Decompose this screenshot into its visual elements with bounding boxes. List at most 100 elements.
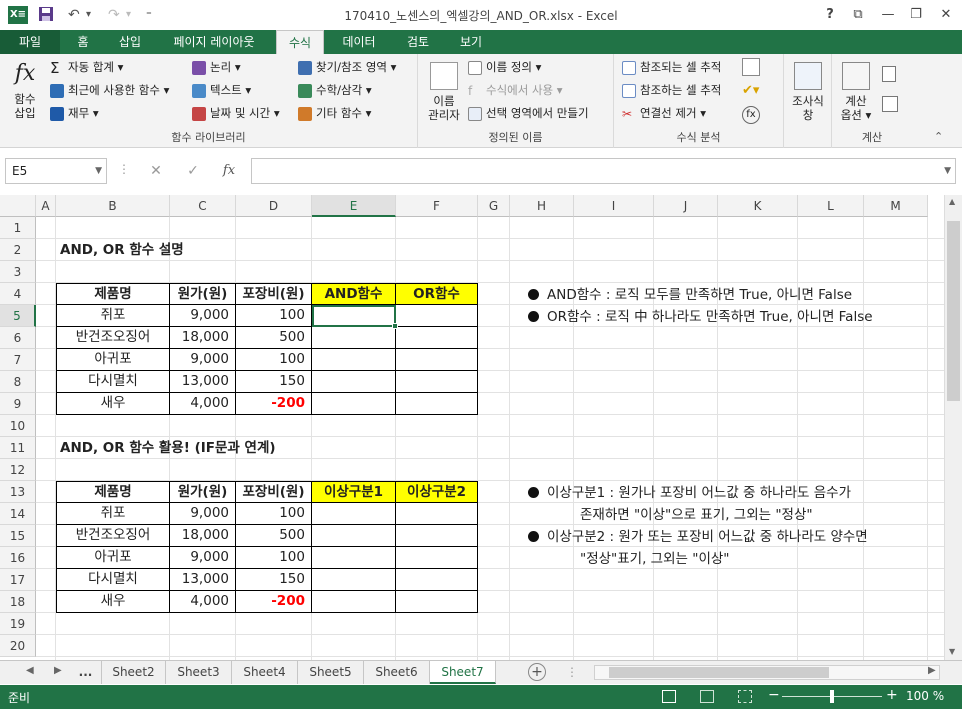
row-header-19[interactable]: 19 (0, 613, 36, 635)
row-header-12[interactable]: 12 (0, 459, 36, 481)
calc-options-button[interactable]: 계산 옵션 ▾ (836, 62, 876, 122)
table-cell[interactable] (312, 371, 396, 393)
table-cell[interactable] (396, 305, 478, 327)
use-in-formula-button[interactable]: f 수식에서 사용 ▾ (468, 81, 563, 99)
table-cell[interactable]: 100 (236, 503, 312, 525)
sheet-tab[interactable]: Sheet3 (166, 661, 232, 684)
table-header-cell[interactable]: AND함수 (312, 284, 396, 305)
table-cell[interactable] (396, 503, 478, 525)
chevron-down-icon[interactable]: ▼ (95, 159, 102, 183)
table-cell[interactable]: 쥐포 (57, 503, 170, 525)
table-header-cell[interactable]: 원가(원) (170, 482, 236, 503)
more-functions-button[interactable]: 기타 함수 ▾ (298, 104, 371, 122)
row-header-8[interactable]: 8 (0, 371, 36, 393)
table-cell[interactable] (396, 327, 478, 349)
table-cell[interactable]: 새우 (57, 591, 170, 613)
zoom-out-button[interactable]: − (768, 687, 780, 703)
worksheet-grid[interactable]: A B C D E F G H I J K L M 1 2 3 4 5 6 7 8 9 10 11 12 13 14 15 16 17 18… (0, 195, 944, 660)
table-header-cell[interactable]: 이상구분1 (312, 482, 396, 503)
table-header-cell[interactable]: 제품명 (57, 482, 170, 503)
table-cell[interactable] (396, 371, 478, 393)
tab-file[interactable]: 파일 (0, 30, 60, 54)
zoom-in-button[interactable]: + (886, 687, 898, 703)
row-header-10[interactable]: 10 (0, 415, 36, 437)
sheet-tab[interactable]: Sheet6 (364, 661, 430, 684)
table-cell[interactable] (396, 393, 478, 415)
table-header-cell[interactable]: 포장비(원) (236, 284, 312, 305)
tab-split-grip-icon[interactable]: ⋮ (566, 665, 578, 679)
table-cell[interactable] (396, 591, 478, 613)
table-cell[interactable]: 9,000 (170, 349, 236, 371)
table-cell[interactable] (396, 547, 478, 569)
table-cell[interactable] (396, 349, 478, 371)
table-cell[interactable]: 다시멸치 (57, 569, 170, 591)
show-formulas-icon[interactable] (742, 58, 760, 76)
table-header-cell[interactable]: 포장비(원) (236, 482, 312, 503)
error-checking-icon[interactable]: ✔▾ (742, 82, 768, 100)
sheet-tab[interactable]: Sheet2 (102, 661, 166, 684)
table-cell[interactable] (312, 569, 396, 591)
table-cell[interactable] (312, 503, 396, 525)
fill-handle[interactable] (392, 323, 398, 329)
calc-sheet-icon[interactable] (882, 96, 898, 112)
table-cell[interactable]: -200 (236, 393, 312, 415)
sheet-tab[interactable]: Sheet5 (298, 661, 364, 684)
row-header-4[interactable]: 4 (0, 283, 36, 305)
row-header-18[interactable]: 18 (0, 591, 36, 613)
tab-data[interactable]: 데이터 (332, 30, 386, 54)
tab-formulas[interactable]: 수식 (276, 30, 324, 55)
close-button[interactable]: ✕ (932, 4, 960, 26)
table-header-cell[interactable]: 이상구분2 (396, 482, 478, 503)
row-header-1[interactable]: 1 (0, 217, 36, 239)
table-cell[interactable]: 아귀포 (57, 349, 170, 371)
table-header-cell[interactable]: 원가(원) (170, 284, 236, 305)
row-header-17[interactable]: 17 (0, 569, 36, 591)
evaluate-formula-icon[interactable]: fx (742, 106, 760, 124)
table-cell[interactable]: 13,000 (170, 371, 236, 393)
math-button[interactable]: 수학/삼각 ▾ (298, 81, 372, 99)
vertical-scrollbar[interactable]: ▲ ▼ (944, 195, 962, 660)
table-cell[interactable]: 아귀포 (57, 547, 170, 569)
row-header-14[interactable]: 14 (0, 503, 36, 525)
expand-formula-bar-icon[interactable]: ▼ (944, 159, 951, 183)
minimize-button[interactable]: — (874, 4, 902, 26)
table-cell[interactable]: 9,000 (170, 547, 236, 569)
collapse-ribbon-icon[interactable]: ⌃ (934, 130, 943, 143)
table-cell[interactable]: 9,000 (170, 503, 236, 525)
datetime-button[interactable]: 날짜 및 시간 ▾ (192, 104, 280, 122)
trace-dependents-button[interactable]: 참조하는 셀 추적 (622, 81, 721, 99)
column-header-f[interactable]: F (396, 195, 478, 217)
column-header-b[interactable]: B (56, 195, 170, 217)
formula-input[interactable]: ▼ (251, 158, 956, 184)
scroll-up-icon[interactable]: ▲ (949, 197, 955, 206)
create-from-selection-button[interactable]: 선택 영역에서 만들기 (468, 104, 589, 122)
zoom-level[interactable]: 100 % (906, 689, 944, 703)
row-header-5[interactable]: 5 (0, 305, 36, 327)
table-cell[interactable]: 새우 (57, 393, 170, 415)
table-cell[interactable] (312, 525, 396, 547)
define-name-button[interactable]: 이름 정의 ▾ (468, 58, 541, 76)
insert-function-button[interactable]: fx 함수 삽입 (6, 60, 44, 120)
recent-functions-button[interactable]: 최근에 사용한 함수 ▾ (50, 81, 169, 99)
row-header-6[interactable]: 6 (0, 327, 36, 349)
sheet-tab[interactable]: Sheet4 (232, 661, 298, 684)
tab-review[interactable]: 검토 (394, 30, 442, 54)
table-cell[interactable]: 4,000 (170, 393, 236, 415)
row-header-15[interactable]: 15 (0, 525, 36, 547)
table-cell[interactable]: 반건조오징어 (57, 327, 170, 349)
column-header-m[interactable]: M (864, 195, 928, 217)
row-header-7[interactable]: 7 (0, 349, 36, 371)
table-cell[interactable]: 쥐포 (57, 305, 170, 327)
sheet-tab-more[interactable]: ... (70, 661, 102, 684)
column-header-l[interactable]: L (798, 195, 864, 217)
confirm-entry-icon[interactable]: ✓ (180, 158, 206, 184)
column-header-i[interactable]: I (574, 195, 654, 217)
scroll-thumb[interactable] (947, 221, 960, 401)
restore-button[interactable]: ❐ (902, 4, 930, 26)
table-cell[interactable]: 9,000 (170, 305, 236, 327)
row-header-20[interactable]: 20 (0, 635, 36, 657)
prev-sheet-icon[interactable]: ◀ (26, 665, 34, 676)
table-cell[interactable] (312, 547, 396, 569)
table-header-cell[interactable]: OR함수 (396, 284, 478, 305)
column-header-k[interactable]: K (718, 195, 798, 217)
